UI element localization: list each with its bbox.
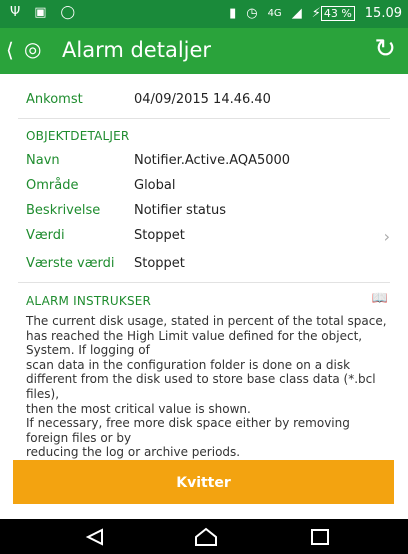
detail-value: Notifier status — [134, 203, 226, 218]
book-icon: 📖 — [371, 291, 388, 306]
detail-value: Stoppet — [134, 228, 185, 243]
detail-value: Notifier.Active.AQA5000 — [134, 153, 291, 168]
chevron-right-icon[interactable]: › — [384, 227, 390, 246]
refresh-icon[interactable]: ↻ — [374, 34, 396, 64]
arrival-label: Ankomst — [26, 92, 83, 107]
android-debug-icon: ◯ — [60, 5, 76, 20]
battery-icon: ⚡ 43 % — [312, 6, 355, 21]
network-type: 4G — [267, 8, 282, 19]
back-chevron-icon[interactable]: ⟨ — [6, 38, 14, 62]
detail-label: Navn — [26, 153, 60, 168]
arrival-row: Ankomst 04/09/2015 14.46.40 — [26, 92, 396, 118]
clock: 15.09 — [364, 6, 402, 21]
usb-icon: Ψ — [10, 5, 21, 20]
detail-content[interactable]: Ankomst 04/09/2015 14.46.40 OBJEKTDETALJ… — [0, 74, 408, 518]
status-right: ▮ ◷ 4G ◢ ⚡ 43 % 15.09 — [229, 6, 402, 21]
app-bar: ⟨ ◎ Alarm detaljer ↻ — [0, 28, 408, 74]
vibrate-icon: ▮ — [229, 6, 237, 21]
divider — [18, 282, 390, 283]
alarm-instructions-header: ALARM INSTRUKSER — [26, 294, 152, 308]
nav-back-icon[interactable] — [80, 526, 110, 548]
page-title: Alarm detaljer — [62, 38, 212, 62]
object-details-header: OBJEKTDETALJER — [26, 129, 130, 143]
detail-row-description: Beskrivelse Notifier status — [26, 203, 396, 229]
detail-value: Stoppet — [134, 256, 185, 271]
eye-icon: ◎ — [24, 37, 42, 61]
alarm-clock-icon: ◷ — [246, 6, 258, 21]
detail-label: Område — [26, 178, 79, 193]
image-icon: ▣ — [34, 5, 47, 20]
signal-icon: ◢ — [291, 6, 302, 21]
status-left-icons: Ψ ▣ ◯ — [10, 5, 75, 20]
acknowledge-button[interactable]: Kvitter — [13, 460, 394, 504]
detail-label: Beskrivelse — [26, 203, 101, 218]
detail-label: Værdi — [26, 228, 65, 243]
arrival-value: 04/09/2015 14.46.40 — [134, 92, 271, 107]
nav-recents-icon[interactable] — [305, 526, 335, 548]
detail-row-area: Område Global — [26, 178, 396, 204]
status-bar: Ψ ▣ ◯ ▮ ◷ 4G ◢ ⚡ 43 % 15.09 — [0, 0, 408, 28]
detail-row-name: Navn Notifier.Active.AQA5000 — [26, 153, 396, 179]
detail-value: Global — [134, 178, 176, 193]
divider — [18, 118, 390, 119]
system-nav-bar — [0, 519, 408, 554]
nav-home-icon[interactable] — [191, 526, 221, 548]
battery-percent: 43 % — [320, 6, 355, 21]
detail-row-value[interactable]: Værdi Stoppet › — [26, 227, 396, 254]
detail-label: Værste værdi — [26, 256, 115, 271]
alarm-instructions-text: The current disk usage, stated in percen… — [26, 314, 387, 460]
detail-row-worst-value: Værste værdi Stoppet — [26, 256, 396, 282]
